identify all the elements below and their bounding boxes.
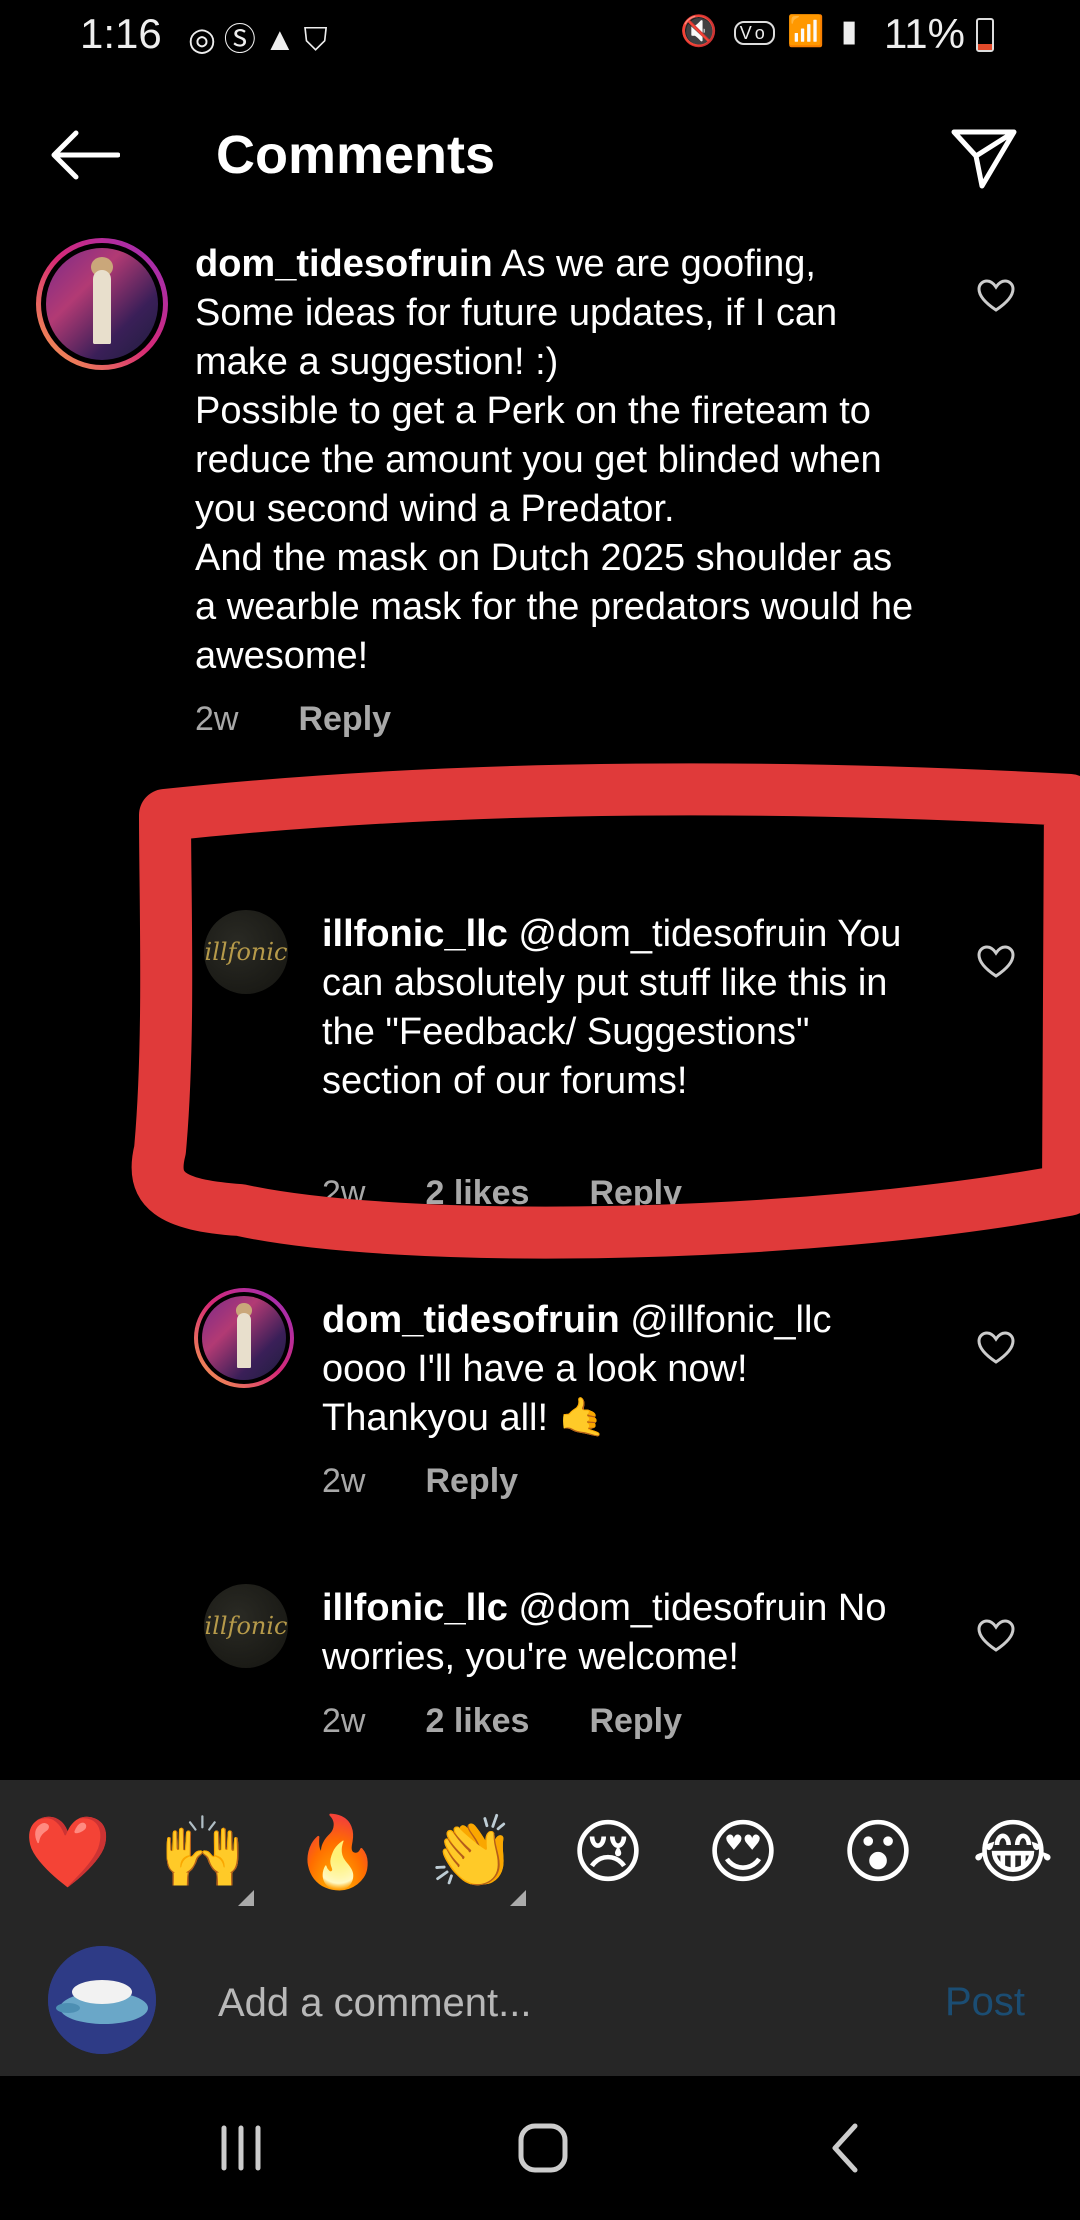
s-icon: Ⓢ [223, 21, 264, 57]
avatar[interactable]: illfonic [204, 1584, 288, 1668]
comment-3 [194, 1288, 294, 1388]
comment-text: As we are goofing, Some ideas for future… [195, 243, 914, 677]
reply-button[interactable]: Reply [589, 1174, 682, 1213]
emoji-reaction-bar: ❤️ 🙌 🔥 👏 😢 😍 😮 😂 [0, 1780, 1080, 1928]
emoji-raising-hands[interactable]: 🙌 [153, 1802, 253, 1902]
emoji-laughing[interactable]: 😂 [963, 1802, 1063, 1902]
comment-username[interactable]: illfonic_llc [322, 913, 508, 955]
signal-icon: ▮ [840, 15, 862, 48]
shield-wifi-icon: ⛉ [303, 21, 336, 57]
avatar[interactable] [36, 238, 168, 370]
likes-count[interactable]: 2 likes [425, 1174, 529, 1213]
wifi-icon: 📶 [787, 15, 829, 48]
page-title: Comments [216, 125, 496, 185]
arrow-left-icon [51, 130, 120, 180]
comment-input[interactable] [216, 1970, 920, 2036]
comment-1 [36, 238, 168, 370]
status-right-icons: 🔇 Vo 📶 ▮ [680, 14, 861, 49]
reply-button[interactable]: Reply [298, 700, 391, 739]
heart-icon [977, 945, 1015, 978]
emoji-fire[interactable]: 🔥 [288, 1802, 388, 1902]
sync-icon: ◎ [188, 21, 224, 57]
comment-2-meta: 2w 2 likes Reply [322, 1174, 682, 1213]
status-time: 1:16 [80, 10, 162, 57]
comment-1-meta: 2w Reply [195, 700, 391, 739]
like-button[interactable] [966, 266, 1026, 326]
comment-4-meta: 2w 2 likes Reply [322, 1702, 682, 1741]
share-button[interactable] [944, 118, 1024, 198]
warning-icon: ▲ [263, 21, 304, 57]
post-button[interactable]: Post [945, 1980, 1025, 2025]
comment-4-body: illfonic_llc @dom_tidesofruin No worries… [322, 1584, 942, 1682]
battery-percent: 11% [884, 10, 965, 57]
home-icon [518, 2123, 568, 2173]
comment-time: 2w [195, 700, 239, 738]
paper-plane-icon [951, 129, 1017, 189]
avatar[interactable]: illfonic [204, 910, 288, 994]
platypus-avatar-image [48, 1946, 156, 2054]
comment-3-meta: 2w Reply [322, 1462, 518, 1501]
comment-1-body: dom_tidesofruin As we are goofing, Some … [195, 240, 915, 681]
recent-apps-button[interactable] [196, 2112, 286, 2184]
likes-count[interactable]: 2 likes [425, 1702, 529, 1741]
heart-icon [977, 279, 1015, 312]
heart-icon [977, 1331, 1015, 1364]
comment-username[interactable]: illfonic_llc [322, 1587, 508, 1629]
like-button[interactable] [966, 1318, 1026, 1378]
emoji-heart[interactable]: ❤️ [18, 1802, 118, 1902]
home-button[interactable] [498, 2112, 588, 2184]
my-avatar [48, 1946, 156, 2054]
comment-3-body: dom_tidesofruin @illfonic_llc oooo I'll … [322, 1296, 922, 1443]
reply-button[interactable]: Reply [589, 1702, 682, 1741]
comment-username[interactable]: dom_tidesofruin [195, 243, 493, 285]
mute-icon: 🔇 [680, 15, 722, 48]
battery-icon [976, 18, 994, 52]
avatar[interactable] [194, 1288, 294, 1388]
back-button[interactable] [42, 120, 126, 190]
skin-tone-indicator [510, 1890, 526, 1906]
status-left-icons: ◎Ⓢ▲⛉ [188, 14, 336, 60]
emoji-crying[interactable]: 😢 [558, 1802, 658, 1902]
recent-apps-icon [221, 2125, 261, 2171]
comment-2-body: illfonic_llc @dom_tidesofruin You can ab… [322, 910, 922, 1106]
skin-tone-indicator [238, 1890, 254, 1906]
comment-time: 2w [322, 1702, 366, 1740]
like-button[interactable] [966, 1606, 1026, 1666]
chevron-left-icon [832, 2123, 858, 2173]
emoji-heart-eyes[interactable]: 😍 [693, 1802, 793, 1902]
emoji-surprised[interactable]: 😮 [828, 1802, 928, 1902]
status-bar: 1:16 ◎Ⓢ▲⛉ 🔇 Vo 📶 ▮ 11% [0, 0, 1080, 72]
comment-time: 2w [322, 1462, 366, 1500]
back-nav-button[interactable] [800, 2112, 890, 2184]
system-nav-bar [0, 2076, 1080, 2220]
reply-button[interactable]: Reply [425, 1462, 518, 1501]
emoji-clapping[interactable]: 👏 [423, 1802, 523, 1902]
volte-icon: Vo [733, 20, 775, 45]
heart-icon [977, 1619, 1015, 1652]
comment-username[interactable]: dom_tidesofruin [322, 1299, 620, 1341]
like-button[interactable] [966, 932, 1026, 992]
comment-time: 2w [322, 1174, 366, 1212]
